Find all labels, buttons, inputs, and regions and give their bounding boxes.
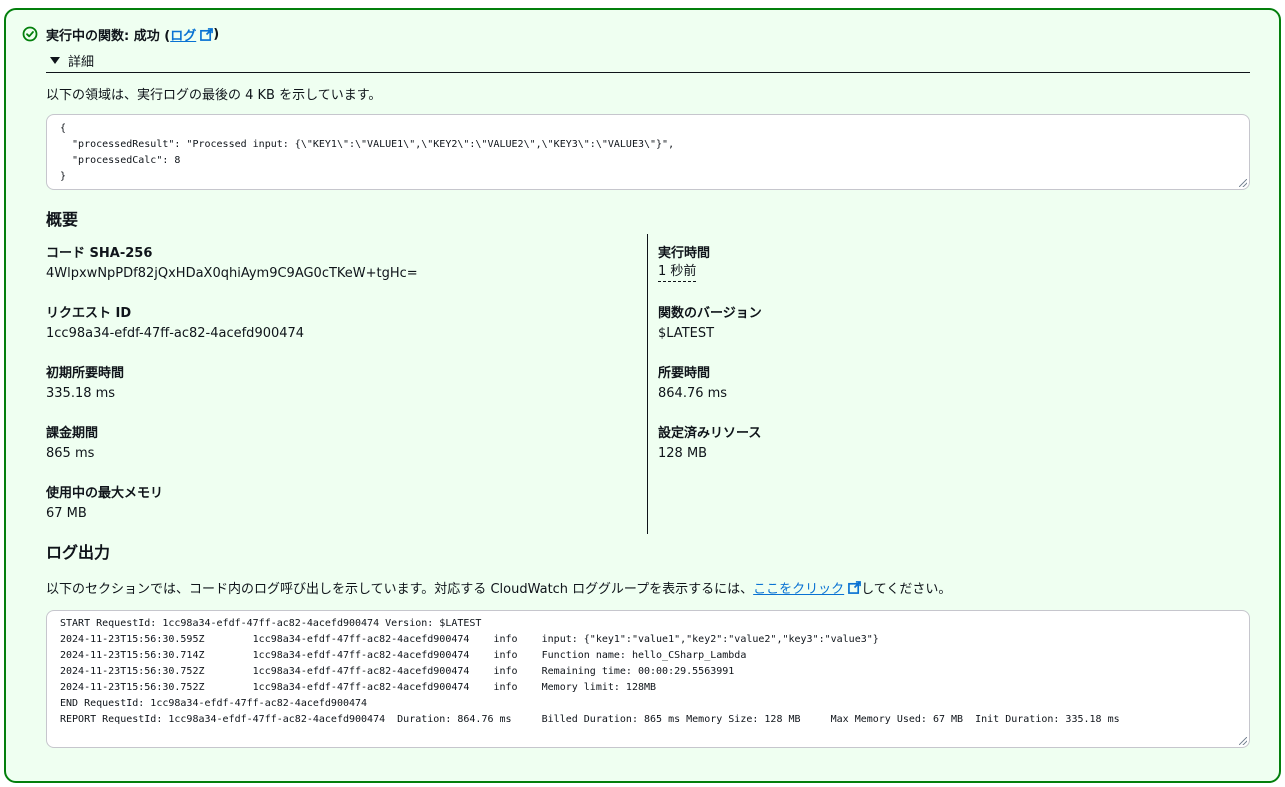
execution-result-panel: 実行中の関数: 成功 ( ログ ) 詳細 以下の領域は、実行ログの最後の 4 K… xyxy=(4,8,1281,783)
details-expander[interactable]: 詳細 xyxy=(50,51,94,70)
summary-value: 865 ms xyxy=(46,446,95,461)
summary-configured-resources: 設定済みリソース 128 MB xyxy=(658,424,761,464)
log-line: 2024-11-23T15:56:30.752Z 1cc98a34-efdf-4… xyxy=(60,682,657,693)
summary-key: 使用中の最大メモリ xyxy=(46,486,164,501)
caret-down-icon xyxy=(50,57,60,64)
result-line: } xyxy=(60,171,67,182)
details-description: 以下の領域は、実行ログの最後の 4 KB を示しています。 xyxy=(46,88,382,103)
summary-duration: 所要時間 864.76 ms xyxy=(658,364,727,404)
status-text: 実行中の関数: 成功 ( xyxy=(46,28,171,44)
log-link-label: ログ xyxy=(170,28,197,44)
details-label: 詳細 xyxy=(68,55,95,70)
summary-value: 335.18 ms xyxy=(46,386,116,401)
summary-key: 所要時間 xyxy=(658,366,711,381)
summary-heading: 概要 xyxy=(46,210,79,229)
summary-key: 実行時間 xyxy=(658,246,711,261)
execution-status-header: 実行中の関数: 成功 ( ログ ) xyxy=(22,24,219,44)
summary-value: 128 MB xyxy=(658,446,708,461)
summary-value: 1cc98a34-efdf-47ff-ac82-4acefd900474 xyxy=(46,326,305,341)
summary-value: $LATEST xyxy=(658,326,715,341)
result-line: "processedResult": "Processed input: {\"… xyxy=(60,139,675,150)
execution-result-textarea[interactable]: { "processedResult": "Processed input: {… xyxy=(46,114,1250,190)
log-output-heading: ログ出力 xyxy=(46,543,111,562)
cloudwatch-link-label: ここをクリック xyxy=(753,582,845,597)
summary-billed-duration: 課金期間 865 ms xyxy=(46,424,98,464)
success-check-icon xyxy=(22,26,38,42)
summary-function-version: 関数のバージョン $LATEST xyxy=(658,304,762,344)
log-output-textarea[interactable]: START RequestId: 1cc98a34-efdf-47ff-ac82… xyxy=(46,610,1250,748)
summary-key: コード SHA-256 xyxy=(46,246,153,261)
summary-key: リクエスト ID xyxy=(46,306,132,321)
log-line: END RequestId: 1cc98a34-efdf-47ff-ac82-4… xyxy=(60,698,368,709)
resize-handle[interactable] xyxy=(1239,737,1247,745)
result-line: { xyxy=(60,123,67,134)
external-link-icon xyxy=(848,581,862,594)
log-line: 2024-11-23T15:56:30.595Z 1cc98a34-efdf-4… xyxy=(60,634,879,645)
log-desc-suffix: してください。 xyxy=(861,582,952,597)
log-desc-text: 以下のセクションでは、コード内のログ呼び出しを示しています。対応する Cloud… xyxy=(46,582,754,597)
status-close-paren: ) xyxy=(213,26,220,42)
log-line: START RequestId: 1cc98a34-efdf-47ff-ac82… xyxy=(60,618,482,629)
details-divider xyxy=(46,72,1250,73)
log-line: REPORT RequestId: 1cc98a34-efdf-47ff-ac8… xyxy=(60,714,1120,725)
resize-handle[interactable] xyxy=(1239,179,1247,187)
summary-column-divider xyxy=(647,234,648,534)
external-link-icon xyxy=(200,27,214,41)
cloudwatch-link[interactable]: ここをクリック xyxy=(753,578,862,597)
summary-key: 課金期間 xyxy=(46,426,99,441)
summary-execution-time: 実行時間 1 秒前 xyxy=(658,244,710,282)
log-line: 2024-11-23T15:56:30.752Z 1cc98a34-efdf-4… xyxy=(60,666,735,677)
log-lines: START RequestId: 1cc98a34-efdf-47ff-ac82… xyxy=(60,616,1236,728)
summary-max-memory: 使用中の最大メモリ 67 MB xyxy=(46,484,163,524)
log-output-description: 以下のセクションでは、コード内のログ呼び出しを示しています。対応する Cloud… xyxy=(46,578,951,597)
summary-code-sha256: コード SHA-256 4WlpxwNpPDf82jQxHDaX0qhiAym9… xyxy=(46,244,418,284)
summary-value: 4WlpxwNpPDf82jQxHDaX0qhiAym9C9AG0cTKeW+t… xyxy=(46,266,418,281)
log-link[interactable]: ログ xyxy=(170,25,214,44)
summary-request-id: リクエスト ID 1cc98a34-efdf-47ff-ac82-4acefd9… xyxy=(46,304,304,344)
summary-key: 初期所要時間 xyxy=(46,366,125,381)
result-lines: { "processedResult": "Processed input: {… xyxy=(60,121,1236,185)
summary-key: 設定済みリソース xyxy=(658,426,762,441)
log-line: 2024-11-23T15:56:30.714Z 1cc98a34-efdf-4… xyxy=(60,650,747,661)
result-line: "processedCalc": 8 xyxy=(60,155,181,166)
summary-init-duration: 初期所要時間 335.18 ms xyxy=(46,364,124,404)
summary-key: 関数のバージョン xyxy=(658,306,762,321)
summary-value: 864.76 ms xyxy=(658,386,728,401)
relative-time-value[interactable]: 1 秒前 xyxy=(658,264,697,282)
summary-value: 67 MB xyxy=(46,506,87,521)
